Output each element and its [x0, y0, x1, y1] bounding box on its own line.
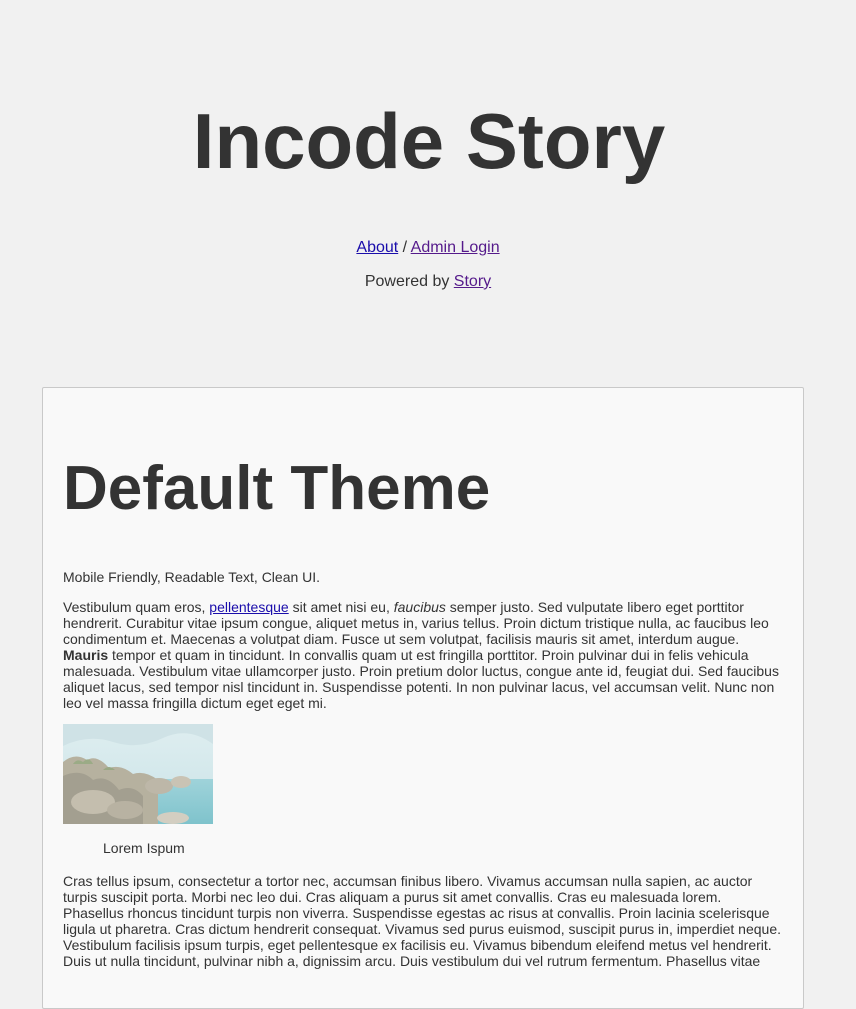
nav-separator: /: [398, 239, 411, 256]
site-title: Incode Story: [192, 97, 666, 185]
story-link[interactable]: Story: [454, 273, 491, 290]
paragraph-text: sit amet nisi eu,: [288, 599, 394, 615]
paragraph-text: tempor et quam in tincidunt. In convalli…: [63, 647, 779, 711]
site-header: Incode Story About / Admin Login Powered…: [0, 0, 856, 387]
admin-login-link[interactable]: Admin Login: [411, 239, 500, 256]
pellentesque-link[interactable]: pellentesque: [209, 599, 288, 615]
about-link[interactable]: About: [356, 239, 398, 256]
emphasis-text: faucibus: [393, 599, 446, 615]
post-tagline: Mobile Friendly, Readable Text, Clean UI…: [63, 569, 321, 585]
post-card: Default Theme Mobile Friendly, Readable …: [42, 387, 804, 1009]
paragraph-text: Vestibulum quam eros,: [63, 599, 210, 615]
powered-by: Powered by Story: [0, 272, 856, 292]
powered-by-text: Powered by: [364, 273, 454, 290]
post-paragraph-2: Cras tellus ipsum, consectetur a tortor …: [63, 873, 782, 969]
bold-text: Mauris: [63, 647, 109, 663]
post-title: Default Theme: [63, 454, 491, 523]
site-nav: About / Admin Login: [0, 238, 856, 258]
figure-caption: Lorem Ispum: [103, 840, 185, 856]
rocky-coast-image: [63, 724, 213, 824]
post-figure: Lorem Ispum: [63, 724, 213, 856]
post-paragraph-1: Vestibulum quam eros, pellentesque sit a…: [63, 599, 783, 711]
